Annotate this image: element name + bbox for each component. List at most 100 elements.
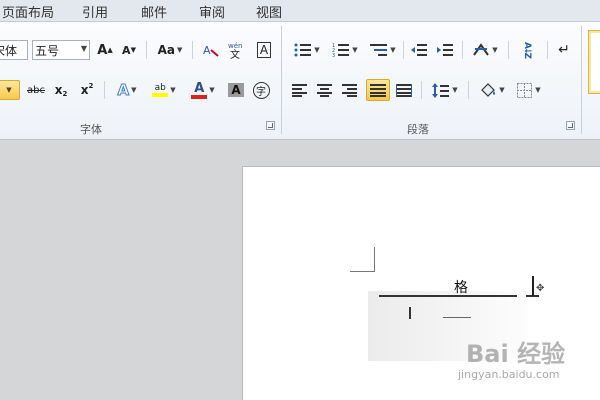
separator: [508, 41, 509, 59]
margin-corner-horizontal: [350, 271, 374, 272]
text-effects-button[interactable]: A ▼: [112, 80, 142, 100]
separator: [462, 41, 463, 59]
separator: [468, 81, 469, 99]
decrease-indent-icon: [411, 44, 427, 56]
distributed-button[interactable]: [394, 80, 414, 100]
align-right-button[interactable]: [340, 80, 360, 100]
line-spacing-button[interactable]: ▼: [428, 80, 462, 100]
font-name-value: 宋体: [0, 43, 18, 58]
grow-font-button[interactable]: A ▲: [95, 40, 115, 60]
paint-bucket-icon: [481, 83, 496, 97]
character-border-button[interactable]: A: [254, 40, 274, 60]
ribbon-tab-bar: 页面布局 引用 邮件 审阅 视图: [0, 0, 600, 22]
chevron-down-icon: ▼: [390, 46, 396, 54]
change-case-button[interactable]: Aa ▼: [154, 40, 186, 60]
move-handle-icon[interactable]: ✥: [536, 283, 544, 294]
multilevel-list-button[interactable]: ▼: [366, 40, 400, 60]
text-effects-label: A: [117, 81, 130, 100]
bullets-button[interactable]: ▼: [290, 40, 324, 60]
ribbon: 宋体 五号 ▼ A▲ A▼ Aa▼ A wén文 A ▼ abc x2 x2 A…: [0, 22, 600, 140]
numbering-button[interactable]: 1 2 3 ▼: [328, 40, 362, 60]
arrow-up-icon: ▲: [107, 46, 113, 54]
chevron-down-icon: ▼: [535, 86, 541, 94]
align-center-button[interactable]: [315, 80, 335, 100]
chinese-layout-button[interactable]: ▼: [468, 40, 502, 60]
group-separator: [281, 26, 282, 134]
tab-references[interactable]: 引用: [82, 2, 108, 21]
change-case-label: Aa: [157, 43, 175, 57]
clear-formatting-button[interactable]: A: [200, 40, 222, 60]
enclose-characters-button[interactable]: 字: [250, 80, 272, 100]
grow-font-label: A: [97, 42, 108, 58]
group-separator: [581, 26, 582, 134]
bullets-icon: [294, 43, 312, 57]
tab-page-layout[interactable]: 页面布局: [2, 2, 54, 21]
phonetic-guide-icon: wén文: [228, 42, 242, 59]
chevron-down-icon: ▼: [6, 86, 12, 94]
tab-mailings[interactable]: 邮件: [141, 2, 167, 21]
tab-review[interactable]: 审阅: [199, 2, 225, 21]
paragraph-dialog-launcher[interactable]: [566, 121, 575, 130]
baidu-watermark: Bai 经验 jingyan.baidu.com: [436, 334, 596, 390]
svg-text:3: 3: [332, 53, 335, 57]
multilevel-list-icon: [370, 44, 388, 56]
chevron-down-icon: ▼: [314, 46, 320, 54]
font-color-icon: A: [191, 82, 208, 99]
phonetic-guide-button[interactable]: wén 文: [226, 40, 250, 60]
shrink-font-label: A: [122, 43, 131, 57]
separator: [104, 81, 105, 99]
chevron-down-icon: ▼: [177, 46, 183, 54]
shrink-font-button[interactable]: A ▼: [120, 40, 138, 60]
align-right-icon: [342, 83, 357, 97]
chevron-down-icon: ▼: [131, 86, 137, 94]
font-group-label: 字体: [80, 123, 102, 136]
superscript-button[interactable]: x2: [78, 80, 96, 100]
baidu-logo: Bai 经验: [466, 340, 566, 368]
document-mark: [409, 307, 411, 319]
arrow-down-icon: ▼: [130, 46, 136, 54]
superscript-label: x: [80, 83, 89, 97]
show-marks-button[interactable]: ↵: [553, 40, 575, 60]
underline-button[interactable]: ▼: [0, 80, 20, 100]
highlight-color-button[interactable]: ab ▼: [146, 80, 182, 100]
strikethrough-button[interactable]: abc: [24, 80, 48, 100]
character-border-label: A: [256, 42, 272, 58]
font-size-value: 五号: [35, 43, 60, 58]
borders-button[interactable]: ▼: [513, 80, 545, 100]
align-left-button[interactable]: [290, 80, 310, 100]
justify-button[interactable]: [366, 79, 390, 101]
svg-text:文: 文: [230, 48, 240, 59]
increase-indent-button[interactable]: [434, 40, 456, 60]
document-text: 格: [454, 280, 468, 296]
chevron-down-icon: ▼: [352, 46, 358, 54]
chevron-down-icon: ▼: [170, 86, 176, 94]
tab-view[interactable]: 视图: [256, 2, 282, 21]
document-underline: [443, 317, 471, 318]
character-shading-button[interactable]: A: [226, 80, 246, 100]
svg-text:A: A: [203, 44, 211, 57]
sort-label: A↓Z: [522, 42, 532, 58]
highlighter-icon: ab: [152, 83, 169, 97]
styles-gallery[interactable]: [588, 30, 600, 94]
decrease-indent-button[interactable]: [408, 40, 430, 60]
separator: [146, 41, 147, 59]
increase-indent-icon: [437, 44, 453, 56]
font-dialog-launcher[interactable]: [266, 121, 275, 130]
sort-button[interactable]: A↓Z: [514, 40, 540, 60]
subscript-label: x: [54, 83, 63, 97]
font-size-combo[interactable]: 五号 ▼: [32, 40, 90, 60]
separator: [403, 41, 404, 59]
subscript-button[interactable]: x2: [52, 80, 70, 100]
chevron-down-icon: ▼: [209, 86, 215, 94]
font-color-swatch: [191, 94, 208, 99]
align-left-icon: [292, 83, 307, 97]
font-color-button[interactable]: A ▼: [186, 80, 220, 100]
clear-formatting-icon: A: [203, 44, 219, 57]
chevron-down-icon: ▼: [492, 46, 498, 54]
chevron-down-icon: ▼: [452, 86, 458, 94]
font-name-combo[interactable]: 宋体: [0, 40, 28, 60]
chevron-down-icon[interactable]: ▼: [81, 44, 87, 53]
shading-button[interactable]: ▼: [475, 80, 509, 100]
distributed-icon: [396, 83, 412, 97]
svg-text:wén: wén: [228, 42, 242, 50]
